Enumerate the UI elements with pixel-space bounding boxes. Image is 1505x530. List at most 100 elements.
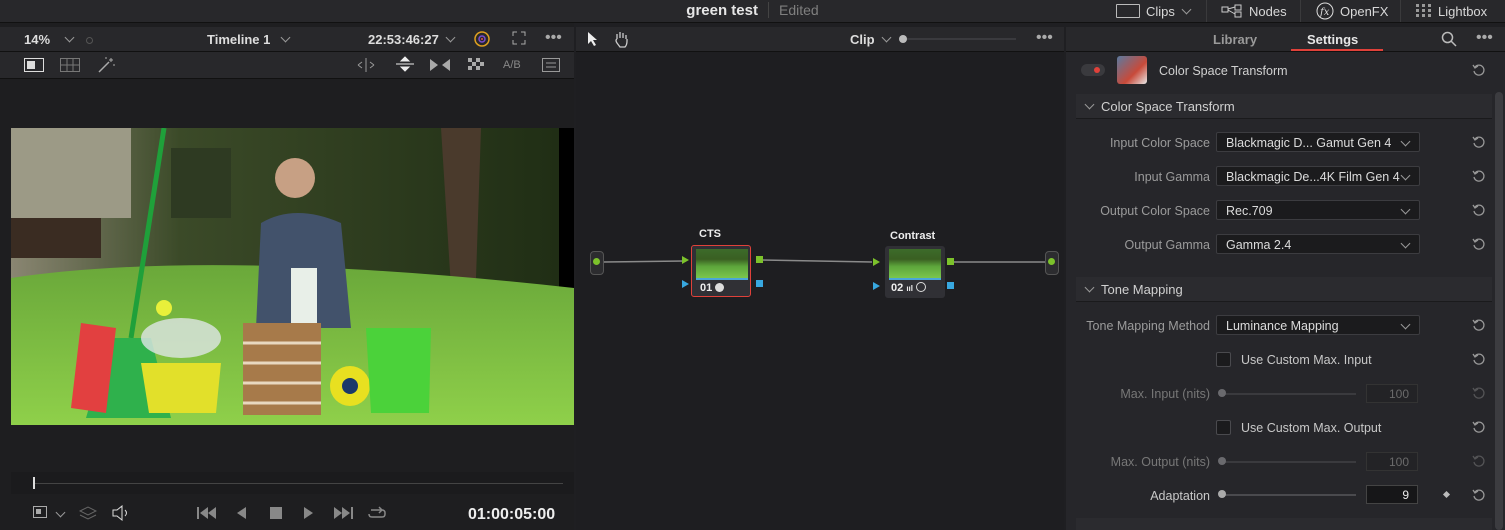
split-horizontal-icon[interactable] xyxy=(357,58,375,72)
clips-button[interactable]: Clips xyxy=(1116,0,1192,22)
node-zoom-knob[interactable] xyxy=(899,35,907,43)
reset-icon[interactable] xyxy=(1472,203,1486,217)
checkerboard-icon[interactable] xyxy=(468,58,484,72)
wipe-icon[interactable] xyxy=(430,59,450,71)
reset-icon[interactable] xyxy=(1472,318,1486,332)
dropdown-value: Gamma 2.4 xyxy=(1226,238,1292,252)
reverse-play-icon[interactable] xyxy=(236,506,248,520)
max-input-knob[interactable] xyxy=(1218,389,1226,397)
adaptation-slider[interactable] xyxy=(1222,494,1356,496)
section-header-tone-mapping[interactable]: Tone Mapping xyxy=(1076,277,1492,302)
node-number-text: 02 xyxy=(891,282,904,294)
pointer-icon[interactable] xyxy=(587,31,599,47)
source-timecode-select[interactable]: 22:53:46:27 xyxy=(368,32,456,47)
reset-icon[interactable] xyxy=(1472,135,1486,149)
skip-to-end-icon[interactable] xyxy=(333,506,355,520)
node-output-key[interactable] xyxy=(947,282,954,289)
reset-icon[interactable] xyxy=(1472,420,1486,434)
timeline-scrubber[interactable] xyxy=(11,472,574,494)
fullscreen-icon[interactable] xyxy=(512,31,526,45)
node-label: CTS xyxy=(699,228,721,240)
overlay-icon[interactable] xyxy=(542,58,560,72)
section-header-color-space-transform[interactable]: Color Space Transform xyxy=(1076,94,1492,119)
reset-icon[interactable] xyxy=(1472,352,1486,366)
toggle-dot xyxy=(1094,67,1100,73)
node-output-rgb[interactable] xyxy=(756,256,763,263)
chevron-down-icon xyxy=(445,32,456,43)
search-icon[interactable] xyxy=(1441,31,1457,47)
max-output-field[interactable]: 100 xyxy=(1366,452,1418,471)
magic-wand-icon[interactable] xyxy=(97,56,117,74)
chevron-down-icon xyxy=(881,32,892,43)
reset-icon[interactable] xyxy=(1472,237,1486,251)
more-options-icon[interactable]: ••• xyxy=(1036,29,1053,47)
reset-icon[interactable] xyxy=(1472,169,1486,183)
more-options-icon[interactable]: ••• xyxy=(545,29,562,47)
input-color-space-dropdown[interactable]: Blackmagic D... Gamut Gen 4 xyxy=(1216,132,1420,152)
node-02[interactable]: 02 ııl xyxy=(885,246,945,298)
node-input-rgb[interactable] xyxy=(682,256,689,264)
playhead[interactable] xyxy=(33,477,35,489)
divider xyxy=(1300,0,1301,22)
nodes-button[interactable]: Nodes xyxy=(1221,0,1287,22)
project-name: green test xyxy=(686,2,758,19)
tab-settings[interactable]: Settings xyxy=(1307,32,1358,47)
output-gamma-dropdown[interactable]: Gamma 2.4 xyxy=(1216,234,1420,254)
zoom-select[interactable]: 14% xyxy=(24,32,75,47)
output-port[interactable] xyxy=(1048,258,1055,265)
lightbox-button[interactable]: Lightbox xyxy=(1416,0,1487,22)
node-01[interactable]: 01 xyxy=(691,245,751,297)
reset-icon[interactable] xyxy=(1472,488,1486,502)
node-input-rgb[interactable] xyxy=(873,258,880,266)
grid-icon xyxy=(1416,4,1431,17)
max-input-slider[interactable] xyxy=(1222,393,1356,395)
source-port[interactable] xyxy=(593,258,600,265)
node-output-rgb[interactable] xyxy=(947,258,954,265)
reset-icon[interactable] xyxy=(1472,63,1486,77)
input-gamma-dropdown[interactable]: Blackmagic De...4K Film Gen 4 xyxy=(1216,166,1420,186)
node-mode-select[interactable]: Clip xyxy=(850,32,892,47)
speaker-icon[interactable] xyxy=(111,505,131,521)
play-icon[interactable] xyxy=(303,506,315,520)
chevron-down-icon xyxy=(64,32,75,43)
adaptation-knob[interactable] xyxy=(1218,490,1226,498)
tab-library[interactable]: Library xyxy=(1213,32,1257,47)
node-input-key[interactable] xyxy=(682,280,689,288)
max-output-slider[interactable] xyxy=(1222,461,1356,463)
divider xyxy=(1400,0,1401,22)
node-number-text: 01 xyxy=(700,282,713,294)
skip-to-start-icon[interactable] xyxy=(197,506,219,520)
inspector-tabs xyxy=(1066,27,1505,52)
viewer-mode-icon[interactable] xyxy=(33,506,49,520)
loop-icon[interactable] xyxy=(367,505,387,521)
chevron-down-icon xyxy=(1400,238,1411,249)
openfx-button[interactable]: fx OpenFX xyxy=(1316,0,1388,22)
video-frame xyxy=(11,128,574,425)
fx-badge-icon xyxy=(715,283,725,292)
node-output-key[interactable] xyxy=(756,280,763,287)
nodes-label: Nodes xyxy=(1249,3,1287,19)
hand-icon[interactable] xyxy=(612,30,630,48)
use-custom-max-input-checkbox[interactable] xyxy=(1216,352,1231,367)
max-output-knob[interactable] xyxy=(1218,457,1226,465)
timeline-select[interactable]: Timeline 1 xyxy=(207,32,291,47)
ab-compare-button[interactable]: A/B xyxy=(503,59,521,71)
node-zoom-slider[interactable] xyxy=(901,38,1016,40)
effect-enable-toggle[interactable] xyxy=(1081,64,1105,76)
split-vertical-icon[interactable] xyxy=(396,56,414,72)
output-color-space-dropdown[interactable]: Rec.709 xyxy=(1216,200,1420,220)
gallery-icon[interactable] xyxy=(60,58,80,72)
inspector-scrollbar[interactable] xyxy=(1495,92,1503,530)
single-viewer-icon[interactable] xyxy=(24,58,44,72)
more-options-icon[interactable]: ••• xyxy=(1476,29,1493,47)
tone-mapping-method-dropdown[interactable]: Luminance Mapping xyxy=(1216,315,1420,335)
max-input-field[interactable]: 100 xyxy=(1366,384,1418,403)
adaptation-field[interactable]: 9 xyxy=(1366,485,1418,504)
color-wheel-icon[interactable] xyxy=(473,30,493,48)
stop-icon[interactable] xyxy=(270,507,282,519)
use-custom-max-output-checkbox[interactable] xyxy=(1216,420,1231,435)
max-output-label: Max. Output (nits) xyxy=(1110,455,1210,469)
reset-icon xyxy=(1472,387,1485,399)
layers-icon[interactable] xyxy=(79,506,97,520)
node-input-key[interactable] xyxy=(873,282,880,290)
